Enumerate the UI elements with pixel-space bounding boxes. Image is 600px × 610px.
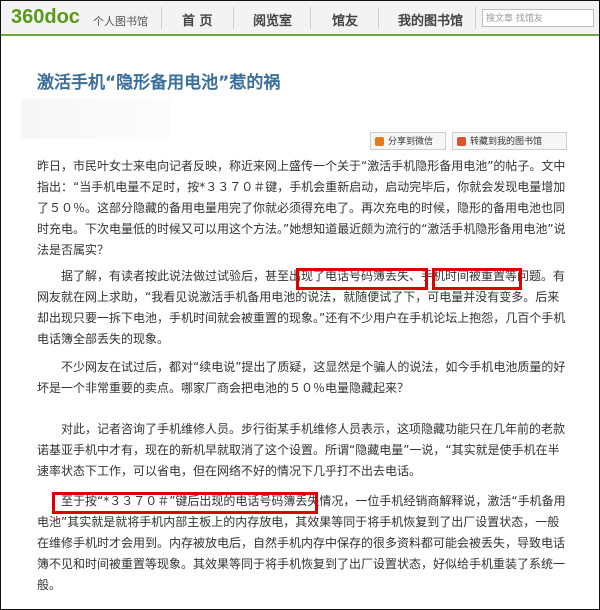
nav-reading-room[interactable]: 阅览室 bbox=[253, 10, 292, 29]
share-wechat-label: 分享到微信 bbox=[388, 137, 434, 147]
highlight-box-time-reset bbox=[432, 268, 522, 290]
site-logo-subtitle: 个人图书馆 bbox=[93, 15, 148, 28]
faded-watermark bbox=[21, 99, 171, 139]
article-title: 激活手机“隐形备用电池”惹的祸 bbox=[37, 73, 281, 93]
search-input[interactable]: 搜文章 找馆友 bbox=[482, 9, 594, 27]
save-to-library-button[interactable]: 转藏到我的图书馆 bbox=[452, 132, 567, 150]
nav-friends[interactable]: 馆友 bbox=[332, 10, 358, 29]
share-wechat-button[interactable]: 分享到微信 bbox=[370, 132, 446, 150]
nav-divider bbox=[378, 7, 379, 29]
save-to-library-label: 转藏到我的图书馆 bbox=[470, 137, 543, 147]
screenshot-frame: 360doc 个人图书馆 首 页 阅览室 馆友 我的图书馆 搜文章 找馆友 激活… bbox=[0, 0, 600, 610]
site-logo[interactable]: 360doc bbox=[11, 6, 80, 29]
article-paragraph: 昨日，市民叶女士来电向记者反映，称近来网上盛传一个关于“激活手机隐形备用电池”的… bbox=[37, 159, 566, 257]
nav-divider bbox=[161, 7, 162, 29]
article-paragraph: 不少网友在试过后，都对“续电说”提出了质疑，这显然是个骗人的说法，如今手机电池质… bbox=[37, 360, 566, 395]
article-paragraph: 对此，记者咨询了手机维修人员。步行街某手机维修人员表示，这项隐藏功能只在几年前的… bbox=[37, 422, 566, 478]
nav-home[interactable]: 首 页 bbox=[182, 10, 213, 29]
nav-divider bbox=[233, 7, 234, 29]
highlight-box-phonebook-lost bbox=[296, 268, 428, 290]
wechat-share-icon bbox=[375, 137, 384, 146]
nav-divider bbox=[475, 7, 476, 29]
nav-my-library[interactable]: 我的图书馆 bbox=[398, 10, 463, 29]
library-save-icon bbox=[457, 137, 466, 146]
highlight-box-code-phonebook-lost bbox=[52, 492, 318, 514]
top-navigation-bar: 360doc 个人图书馆 首 页 阅览室 馆友 我的图书馆 搜文章 找馆友 bbox=[1, 1, 599, 36]
nav-divider bbox=[310, 7, 311, 29]
